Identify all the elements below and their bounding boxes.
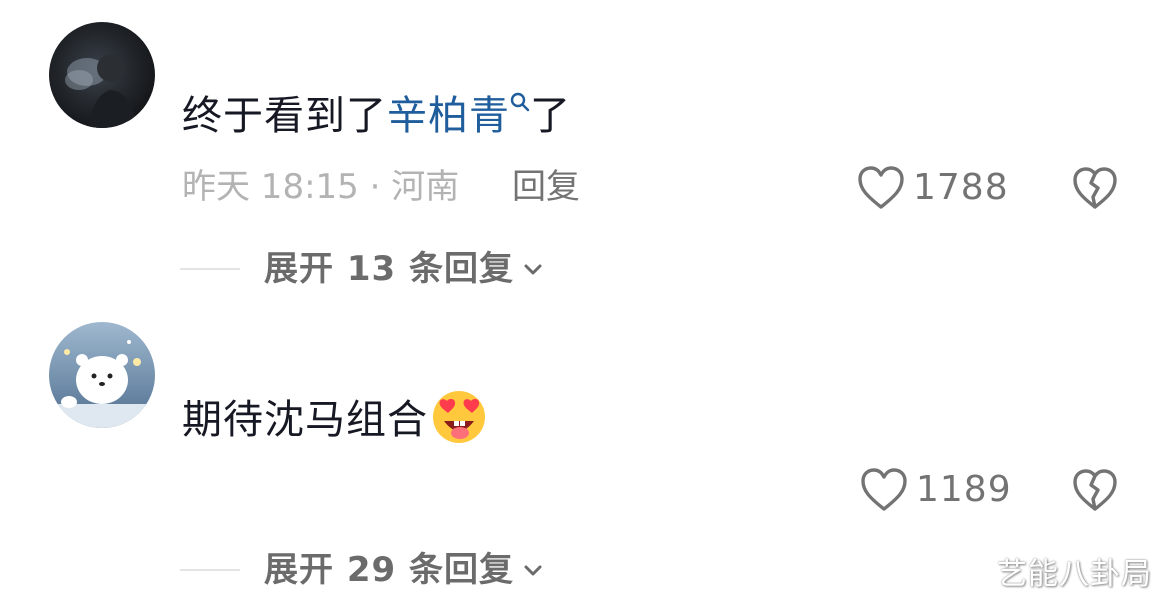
chevron-down-icon (524, 264, 542, 275)
comment-text-part: 了 (530, 93, 571, 139)
like-button[interactable]: 1189 (860, 467, 1012, 513)
comment-text-part: 终于看到了 (182, 93, 387, 139)
chevron-down-icon (524, 565, 542, 576)
expand-replies-button[interactable]: 展开 13 条回复 (180, 252, 544, 286)
comment-text: 期待沈马组合 (182, 391, 488, 445)
heart-icon (861, 468, 907, 511)
divider-line (180, 268, 240, 270)
broken-heart-icon (1073, 469, 1117, 511)
avatar[interactable] (49, 322, 155, 428)
search-icon[interactable] (510, 90, 530, 118)
search-link[interactable]: 辛柏青 (387, 93, 510, 139)
avatar[interactable] (49, 22, 155, 128)
like-button[interactable]: 1788 (857, 165, 1009, 211)
like-count: 1788 (913, 167, 1009, 208)
expand-replies-button[interactable]: 展开 29 条回复 (180, 553, 544, 587)
heart-icon (858, 166, 904, 209)
like-count: 1189 (916, 469, 1012, 510)
comment-meta: 昨天 18:15 · 河南 (182, 167, 460, 207)
comment-text-part: 期待沈马组合 (182, 397, 428, 443)
dislike-button[interactable] (1072, 467, 1118, 513)
comment-text: 终于看到了辛柏青了 (182, 92, 571, 139)
heart-eyes-emoji (430, 387, 488, 445)
expand-replies-label: 展开 13 条回复 (264, 249, 514, 289)
broken-heart-icon (1073, 167, 1117, 209)
comment-list: 终于看到了辛柏青了 昨天 18:15 · 河南 回复 1788 展开 13 条回… (0, 0, 1170, 608)
dislike-button[interactable] (1072, 165, 1118, 211)
expand-replies-label: 展开 29 条回复 (264, 550, 514, 590)
watermark: 艺能八卦局 (997, 557, 1152, 592)
divider-line (180, 569, 240, 571)
reply-button[interactable]: 回复 (512, 170, 580, 204)
